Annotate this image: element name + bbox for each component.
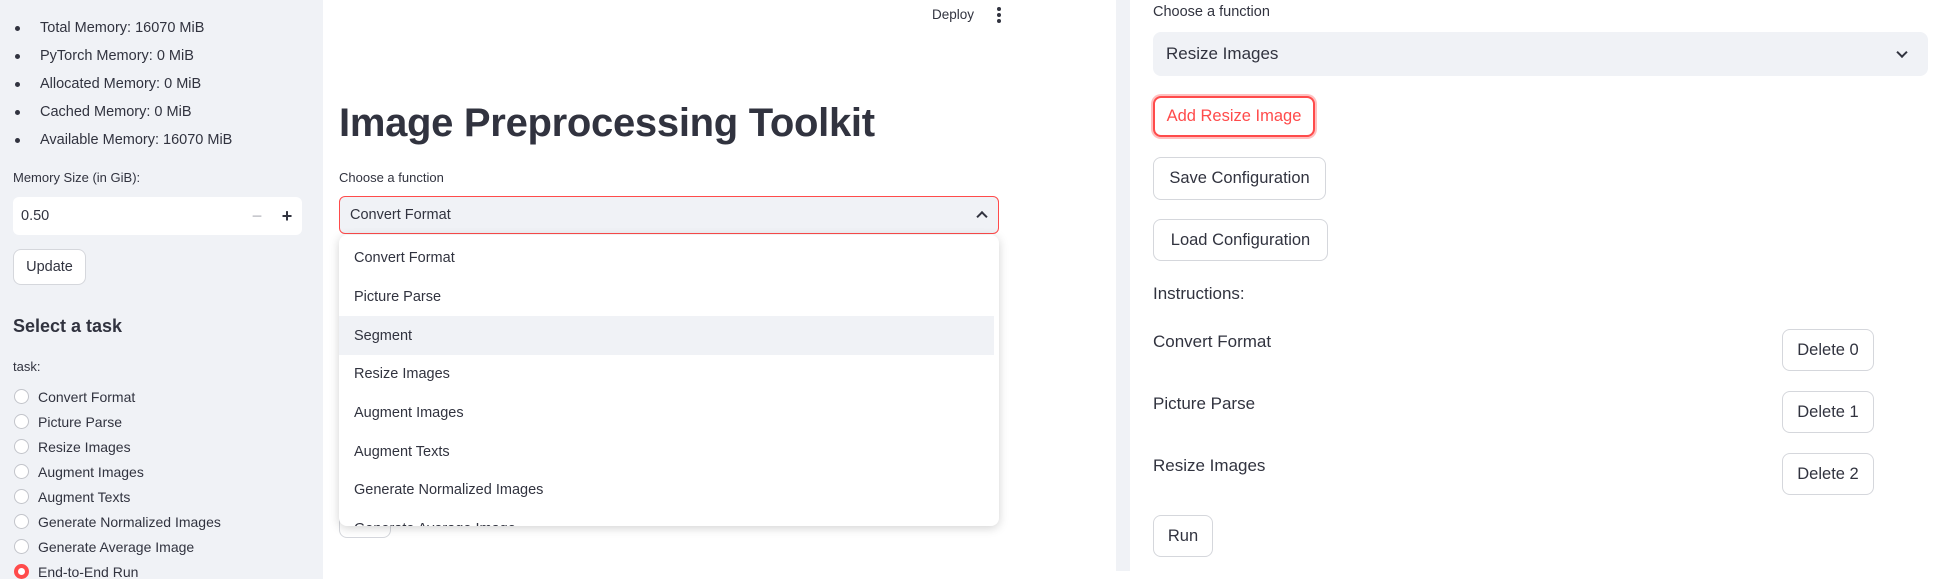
radio-icon[interactable] [14, 389, 29, 404]
bullet-icon [15, 110, 20, 115]
decrement-button[interactable]: − [242, 197, 272, 235]
radio-icon[interactable] [14, 539, 29, 554]
task-radio-label: Augment Images [38, 463, 144, 480]
right-choose-function-label: Choose a function [1153, 4, 1270, 20]
task-radio-group: Convert Format Picture Parse Resize Imag… [14, 384, 221, 579]
radio-icon[interactable] [14, 514, 29, 529]
task-radio-augment-images[interactable]: Augment Images [14, 459, 221, 484]
increment-button[interactable]: + [272, 197, 302, 235]
task-radio-resize-images[interactable]: Resize Images [14, 434, 221, 459]
chevron-down-icon [1896, 46, 1908, 59]
task-radio-label: Resize Images [38, 438, 131, 455]
add-resize-image-button[interactable]: Add Resize Image [1153, 96, 1315, 137]
dropdown-option-augment-images[interactable]: Augment Images [339, 394, 994, 433]
radio-icon[interactable] [14, 464, 29, 479]
delete-instruction-0-button[interactable]: Delete 0 [1782, 329, 1874, 371]
delete-instruction-1-button[interactable]: Delete 1 [1782, 391, 1874, 433]
delete-instruction-2-button[interactable]: Delete 2 [1782, 453, 1874, 495]
run-button[interactable]: Run [1153, 515, 1213, 557]
memory-stat-item: Cached Memory: 0 MiB [0, 98, 232, 126]
instruction-name-1: Picture Parse [1153, 394, 1256, 413]
function-dropdown-menu: Convert Format Picture Parse Segment Res… [339, 235, 999, 526]
memory-size-label: Memory Size (in GiB): [13, 170, 141, 185]
dropdown-option-resize-images[interactable]: Resize Images [339, 355, 994, 394]
deploy-button[interactable]: Deploy [932, 4, 974, 26]
task-radio-label: End-to-End Run [38, 563, 139, 579]
dropdown-option-segment[interactable]: Segment [339, 316, 994, 356]
bullet-icon [15, 82, 20, 87]
memory-size-value[interactable]: 0.50 [13, 208, 242, 224]
dropdown-option-generate-average-image[interactable]: Generate Average Image [339, 510, 994, 526]
bullet-icon [15, 54, 20, 59]
task-radio-end-to-end-run[interactable]: End-to-End Run [14, 559, 221, 579]
kebab-menu-icon[interactable] [992, 6, 1006, 24]
radio-selected-icon[interactable] [14, 564, 29, 579]
radio-icon[interactable] [14, 414, 29, 429]
save-configuration-button[interactable]: Save Configuration [1153, 157, 1326, 200]
memory-stat-allocated: Allocated Memory: 0 MiB [40, 76, 202, 92]
memory-stat-item: Available Memory: 16070 MiB [0, 126, 232, 154]
radio-icon[interactable] [14, 439, 29, 454]
task-radio-label: Generate Normalized Images [38, 513, 221, 530]
memory-stat-item: PyTorch Memory: 0 MiB [0, 42, 232, 70]
dropdown-option-augment-texts[interactable]: Augment Texts [339, 432, 994, 471]
memory-stat-item: Total Memory: 16070 MiB [0, 14, 232, 42]
chevron-up-icon [976, 210, 988, 223]
task-radio-label: Augment Texts [38, 488, 131, 505]
panel-divider [1116, 0, 1130, 571]
task-radio-picture-parse[interactable]: Picture Parse [14, 409, 221, 434]
load-configuration-button[interactable]: Load Configuration [1153, 219, 1328, 261]
memory-stat-cached: Cached Memory: 0 MiB [40, 104, 192, 120]
right-function-select[interactable]: Resize Images [1153, 32, 1928, 76]
function-select[interactable]: Convert Format [339, 196, 999, 234]
task-radio-generate-average-image[interactable]: Generate Average Image [14, 534, 221, 559]
dropdown-option-generate-normalized-images[interactable]: Generate Normalized Images [339, 471, 994, 510]
radio-icon[interactable] [14, 489, 29, 504]
page-title: Image Preprocessing Toolkit [339, 101, 875, 145]
memory-size-input[interactable]: 0.50 − + [13, 197, 302, 235]
choose-function-label: Choose a function [339, 170, 444, 185]
task-label: task: [13, 359, 41, 374]
memory-stat-item: Allocated Memory: 0 MiB [0, 70, 232, 98]
bullet-icon [15, 26, 20, 31]
memory-stat-pytorch: PyTorch Memory: 0 MiB [40, 48, 194, 64]
update-button[interactable]: Update [13, 249, 86, 285]
task-radio-label: Convert Format [38, 388, 136, 405]
dropdown-option-picture-parse[interactable]: Picture Parse [339, 278, 994, 317]
instruction-name-2: Resize Images [1153, 456, 1266, 475]
sidebar: Total Memory: 16070 MiB PyTorch Memory: … [0, 0, 323, 579]
memory-stat-total: Total Memory: 16070 MiB [40, 20, 205, 36]
function-select-value: Convert Format [350, 207, 451, 223]
right-function-select-value: Resize Images [1166, 44, 1279, 63]
task-radio-generate-normalized-images[interactable]: Generate Normalized Images [14, 509, 221, 534]
task-radio-label: Picture Parse [38, 413, 123, 430]
task-radio-augment-texts[interactable]: Augment Texts [14, 484, 221, 509]
memory-stat-available: Available Memory: 16070 MiB [40, 132, 233, 148]
dropdown-option-convert-format[interactable]: Convert Format [339, 239, 994, 278]
memory-stats-list: Total Memory: 16070 MiB PyTorch Memory: … [0, 14, 232, 154]
bullet-icon [15, 138, 20, 143]
select-task-heading: Select a task [13, 316, 123, 336]
instructions-label: Instructions: [1153, 284, 1245, 303]
instruction-name-0: Convert Format [1153, 332, 1272, 351]
task-radio-convert-format[interactable]: Convert Format [14, 384, 221, 409]
task-radio-label: Generate Average Image [38, 538, 195, 555]
